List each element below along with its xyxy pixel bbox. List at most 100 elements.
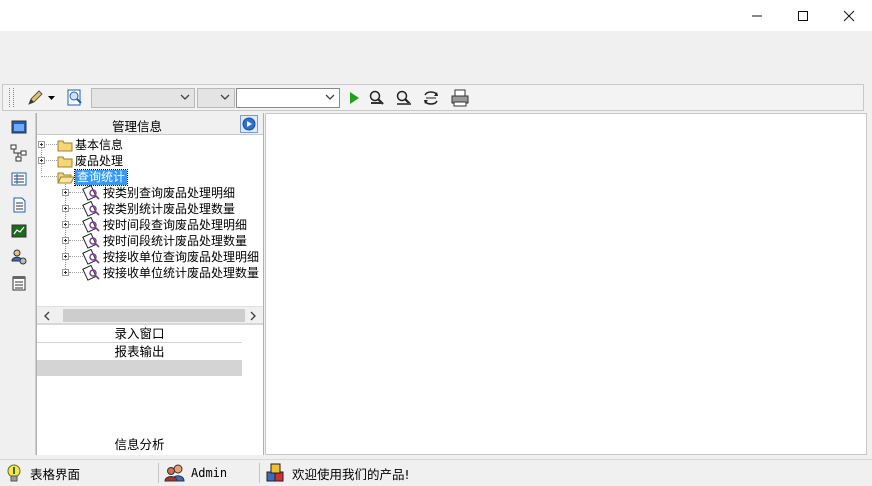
edit-button[interactable] (25, 88, 45, 108)
printer-icon (451, 89, 469, 107)
scroll-left-button[interactable] (39, 307, 55, 324)
tree-node-report[interactable]: 按类别统计废品处理数量 (81, 201, 237, 217)
tree-node-basic-info[interactable]: 基本信息 (57, 137, 125, 153)
maximize-button[interactable] (780, 0, 826, 31)
tree-horizontal-scrollbar[interactable] (37, 306, 263, 323)
folder-open-icon (57, 172, 75, 184)
close-icon (843, 10, 855, 21)
tree-expander[interactable] (62, 221, 69, 228)
tree-node-report[interactable]: 按类别查询废品处理明细 (81, 185, 237, 201)
scrollbar-thumb[interactable] (63, 309, 245, 322)
tree-node-label: 基本信息 (75, 137, 124, 152)
notepad-icon (12, 276, 26, 291)
lightbulb-icon (7, 464, 21, 482)
panel-title: 管理信息 (111, 119, 162, 134)
list-view-button[interactable] (10, 170, 28, 188)
form-view-button[interactable] (10, 118, 28, 136)
chevron-down-icon (180, 94, 190, 100)
menu-band (0, 31, 872, 83)
tree-node-label: 查询统计 (73, 168, 129, 186)
tree-expander[interactable] (62, 189, 69, 196)
product-boxes-icon (266, 463, 284, 482)
tree-node-report[interactable]: 按时间段统计废品处理数量 (81, 233, 249, 249)
filter-combo-3[interactable] (236, 88, 340, 108)
folder-closed-icon (57, 140, 73, 152)
report-icon (82, 265, 100, 281)
document-view-button[interactable] (10, 196, 28, 214)
tree-expander[interactable] (38, 157, 45, 164)
section-highlight-bar (37, 361, 242, 376)
preview-button[interactable] (65, 88, 85, 108)
tree-node-label: 按类别统计废品处理数量 (103, 201, 236, 216)
replace-icon (424, 91, 438, 105)
nav-tree: 基本信息 废品处理 查询统计 按类别查询废品处理明细 按类别统计废品处理数量 按… (37, 135, 263, 306)
chevron-down-icon (48, 96, 55, 100)
scroll-right-button[interactable] (245, 307, 261, 324)
notes-view-button[interactable] (10, 274, 28, 292)
navigation-panel: 管理信息 基本信息 废品处理 查询统计 按类别查询废品处理明细 按类别统计废品处… (36, 113, 264, 455)
edit-dropdown[interactable] (47, 88, 57, 108)
tree-node-query-stats[interactable]: 查询统计 (57, 168, 129, 186)
report-icon (82, 201, 100, 217)
chevron-down-icon (325, 94, 335, 100)
tree-node-label: 按类别查询废品处理明细 (103, 185, 236, 200)
status-separator (158, 463, 159, 483)
filter-combo-1[interactable] (91, 88, 195, 108)
report-icon (82, 249, 100, 265)
report-icon (82, 185, 100, 201)
find-button[interactable] (367, 88, 387, 108)
tree-expander[interactable] (38, 141, 45, 148)
folder-closed-icon (57, 156, 73, 168)
status-view: 表格界面 (4, 463, 80, 483)
status-message-label: 欢迎使用我们的产品! (292, 466, 410, 482)
tree-node-report[interactable]: 按接收单位查询废品处理明细 (81, 249, 261, 265)
circle-arrow-right-icon (242, 117, 256, 131)
tree-node-label: 按时间段查询废品处理明细 (103, 217, 248, 232)
tree-node-waste-processing[interactable]: 废品处理 (57, 153, 125, 169)
chart-view-button[interactable] (10, 222, 28, 240)
section-info-analysis[interactable]: 信息分析 (37, 435, 242, 453)
run-button[interactable] (344, 88, 364, 108)
tree-node-label: 废品处理 (75, 153, 124, 168)
tree-node-report[interactable]: 按时间段查询废品处理明细 (81, 217, 249, 233)
title-bar (0, 0, 872, 31)
print-button[interactable] (449, 88, 471, 108)
minimize-icon (752, 15, 762, 16)
chart-icon (11, 224, 27, 238)
maximize-icon (798, 10, 808, 21)
status-user-label: Admin (191, 466, 228, 480)
section-report-output[interactable]: 报表输出 (37, 343, 242, 361)
minimize-button[interactable] (734, 0, 780, 31)
chevron-left-icon (44, 311, 50, 320)
magnifier-page-icon (67, 89, 82, 106)
view-switcher-strip (2, 113, 36, 455)
tree-expander[interactable] (62, 237, 69, 244)
main-content-area (265, 113, 867, 455)
tree-expander[interactable] (62, 205, 69, 212)
find-next-button[interactable] (394, 88, 414, 108)
chevron-right-icon (250, 311, 256, 320)
tree-connector (41, 176, 57, 177)
panel-toggle-button[interactable] (240, 115, 258, 133)
user-settings-button[interactable] (10, 248, 28, 266)
toolbar (2, 84, 864, 111)
list-icon (11, 172, 27, 186)
tree-node-report[interactable]: 按接收单位统计废品处理数量 (81, 265, 261, 281)
filter-combo-2[interactable] (197, 88, 235, 108)
tree-expander[interactable] (62, 253, 69, 260)
status-view-label: 表格界面 (30, 466, 81, 482)
users-icon (164, 464, 185, 482)
tree-node-label: 按时间段统计废品处理数量 (103, 233, 248, 248)
tree-expander[interactable] (62, 269, 69, 276)
replace-button[interactable] (421, 88, 441, 108)
chevron-down-icon (220, 94, 230, 100)
tree-view-button[interactable] (10, 144, 28, 162)
status-separator (259, 463, 260, 483)
find-next-icon (396, 90, 411, 105)
section-entry-window[interactable]: 录入窗口 (37, 325, 242, 343)
play-icon (350, 92, 359, 104)
close-button[interactable] (826, 0, 872, 31)
status-message: 欢迎使用我们的产品! (265, 463, 410, 483)
toolbar-grip[interactable] (9, 88, 14, 107)
find-icon (369, 90, 384, 105)
